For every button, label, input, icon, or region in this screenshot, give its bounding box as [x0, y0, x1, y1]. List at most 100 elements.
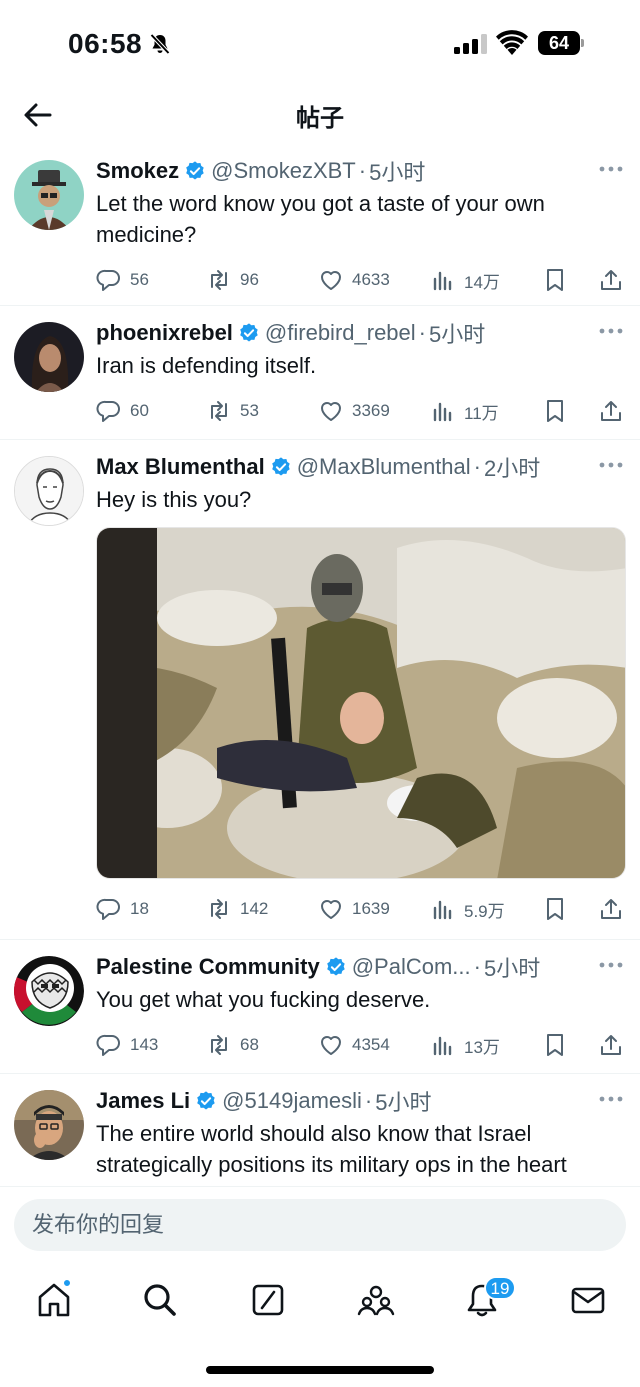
post-header: Smokez @SmokezXBT · 5小时	[96, 156, 626, 186]
like-button[interactable]: 3369	[318, 381, 390, 441]
reply-composer: 发布你的回复	[0, 1186, 640, 1262]
share-button[interactable]	[598, 879, 624, 939]
home-unread-dot	[62, 1278, 72, 1288]
reply-button[interactable]: 60	[96, 381, 149, 441]
reply-icon	[96, 1034, 120, 1056]
share-button[interactable]	[598, 1015, 624, 1075]
repost-button[interactable]: 68	[206, 1015, 259, 1075]
analytics-icon	[433, 271, 452, 291]
share-button[interactable]	[598, 250, 624, 310]
reply-feed[interactable]: Smokez @SmokezXBT · 5小时 Let the word kno…	[0, 144, 640, 1186]
tab-search[interactable]	[140, 1280, 180, 1320]
bookmark-button[interactable]	[542, 1015, 568, 1075]
more-options-icon[interactable]	[598, 960, 624, 970]
tab-grok[interactable]	[248, 1280, 288, 1320]
reply-count: 56	[130, 270, 149, 289]
analytics-icon	[433, 1036, 452, 1056]
author-handle[interactable]: @PalCom...	[352, 954, 471, 980]
author-name[interactable]: Palestine Community	[96, 954, 320, 980]
repost-icon	[211, 270, 227, 290]
action-bar: 60 53 3369 11万	[96, 381, 626, 441]
reply-icon	[96, 898, 120, 920]
post-header: phoenixrebel @firebird_rebel · 5小时	[96, 318, 626, 348]
post-time[interactable]: 5小时	[375, 1085, 431, 1117]
post-photo[interactable]	[96, 527, 626, 879]
analytics-icon	[433, 900, 452, 920]
author-name[interactable]: Smokez	[96, 158, 179, 184]
views-button[interactable]: 11万	[430, 381, 499, 441]
separator-dot: ·	[418, 320, 426, 345]
author-name[interactable]: phoenixrebel	[96, 320, 233, 346]
post[interactable]: Max Blumenthal @MaxBlumenthal · 2小时 Hey …	[0, 440, 640, 940]
post-body: Smokez @SmokezXBT · 5小时 Let the word kno…	[96, 144, 626, 310]
like-button[interactable]: 4354	[318, 1015, 390, 1075]
post[interactable]: James Li @5149jamesli · 5小时 The entire w…	[0, 1074, 640, 1186]
more-options-icon[interactable]	[598, 1094, 624, 1104]
author-handle[interactable]: @MaxBlumenthal	[297, 454, 471, 480]
more-options-icon[interactable]	[598, 326, 624, 336]
author-name[interactable]: Max Blumenthal	[96, 454, 265, 480]
author-handle[interactable]: @5149jamesli	[222, 1088, 362, 1114]
reply-count: 18	[130, 899, 149, 918]
post-text: Hey is this you?	[96, 487, 252, 512]
repost-button[interactable]: 142	[206, 879, 268, 939]
reply-icon	[96, 269, 120, 291]
repost-button[interactable]: 96	[206, 250, 259, 310]
author-handle[interactable]: @SmokezXBT	[211, 158, 356, 184]
heart-icon	[321, 900, 341, 919]
avatar[interactable]	[14, 160, 84, 230]
repost-icon	[211, 1035, 227, 1055]
views-button[interactable]: 14万	[430, 250, 500, 310]
bookmark-icon	[547, 400, 563, 422]
views-button[interactable]: 5.9万	[430, 879, 505, 939]
share-button[interactable]	[598, 381, 624, 441]
page-title: 帖子	[296, 105, 344, 132]
like-button[interactable]: 1639	[318, 879, 390, 939]
views-button[interactable]: 13万	[430, 1015, 500, 1075]
reply-button[interactable]: 18	[96, 879, 149, 939]
post-time[interactable]: 5小时	[484, 951, 540, 983]
avatar[interactable]	[14, 1090, 84, 1160]
author-name[interactable]: James Li	[96, 1088, 190, 1114]
post[interactable]: phoenixrebel @firebird_rebel · 5小时 Iran …	[0, 306, 640, 440]
bookmark-button[interactable]	[542, 250, 568, 310]
repost-count: 68	[240, 1035, 259, 1054]
post-body: James Li @5149jamesli · 5小时 The entire w…	[96, 1074, 626, 1180]
post-time[interactable]: 5小时	[369, 155, 425, 187]
reply-button[interactable]: 143	[96, 1015, 158, 1075]
battery-level: 64	[538, 31, 580, 55]
avatar[interactable]	[14, 956, 84, 1026]
post[interactable]: Palestine Community @PalCom... · 5小时 You…	[0, 940, 640, 1074]
bookmark-button[interactable]	[542, 879, 568, 939]
bookmark-button[interactable]	[542, 381, 568, 441]
like-button[interactable]: 4633	[318, 250, 390, 310]
post-body: Max Blumenthal @MaxBlumenthal · 2小时 Hey …	[96, 440, 626, 939]
reply-input[interactable]: 发布你的回复	[14, 1199, 626, 1251]
home-indicator[interactable]	[206, 1366, 434, 1374]
separator-dot: ·	[473, 954, 481, 979]
reply-count: 143	[130, 1035, 159, 1054]
reply-button[interactable]: 56	[96, 250, 149, 310]
post[interactable]: Smokez @SmokezXBT · 5小时 Let the word kno…	[0, 144, 640, 306]
repost-button[interactable]: 53	[206, 381, 259, 441]
repost-icon	[211, 899, 227, 919]
share-icon	[601, 899, 621, 919]
bookmark-icon	[547, 269, 563, 291]
tab-messages[interactable]	[568, 1280, 608, 1320]
notification-count-badge: 19	[484, 1276, 516, 1300]
bottom-tab-bar: 19	[0, 1262, 640, 1342]
tab-communities[interactable]	[356, 1280, 396, 1320]
avatar[interactable]	[14, 456, 84, 526]
like-count: 4354	[352, 1035, 390, 1054]
post-time[interactable]: 2小时	[484, 451, 540, 483]
author-handle[interactable]: @firebird_rebel	[265, 320, 416, 346]
share-icon	[601, 270, 621, 290]
more-options-icon[interactable]	[598, 164, 624, 174]
avatar[interactable]	[14, 322, 84, 392]
reply-icon	[96, 400, 120, 422]
post-body: phoenixrebel @firebird_rebel · 5小时 Iran …	[96, 306, 626, 441]
more-options-icon[interactable]	[598, 460, 624, 470]
post-body: Palestine Community @PalCom... · 5小时 You…	[96, 940, 626, 1075]
post-time[interactable]: 5小时	[429, 317, 485, 349]
action-bar: 143 68 4354 13万	[96, 1015, 626, 1075]
